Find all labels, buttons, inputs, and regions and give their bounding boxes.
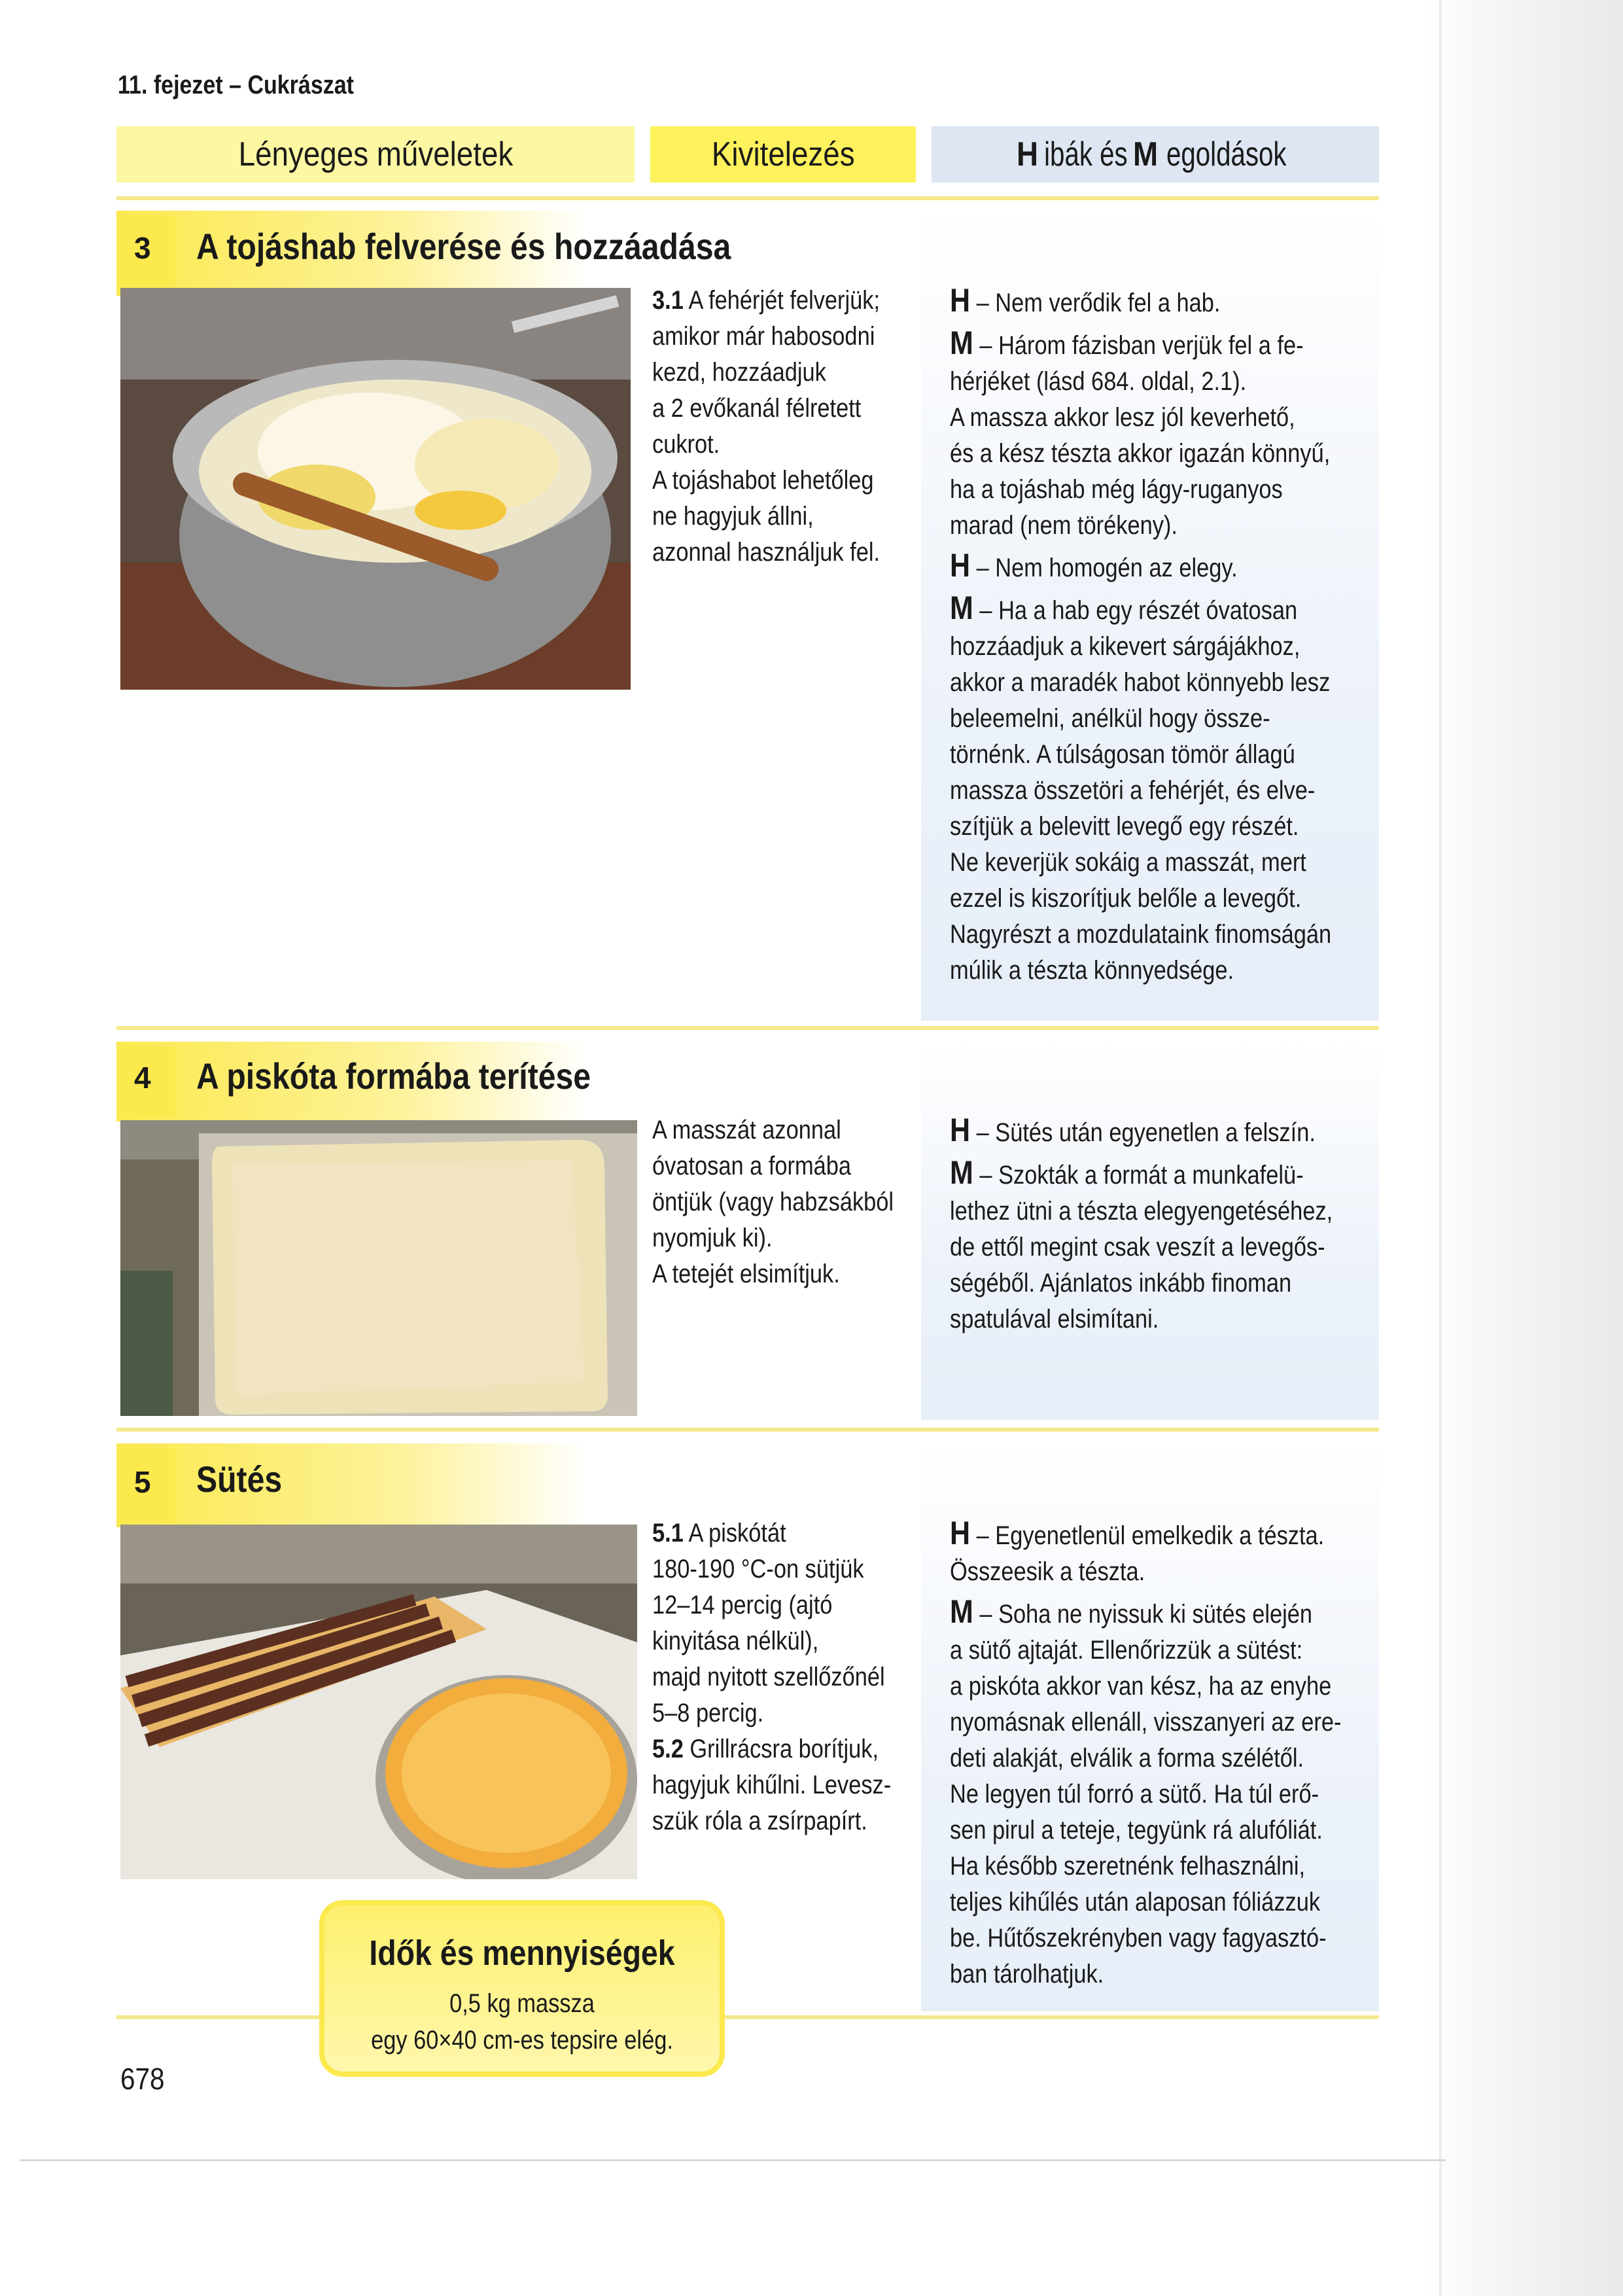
solution-item: M – Szokták a formát a munkafelü-lethez … (950, 1154, 1333, 1334)
step4-instructions: A masszát azonnal óvatosan a formába önt… (652, 1116, 894, 1288)
step3-instructions: 3.1 A fehérjét felverjük; amikor már hab… (652, 286, 881, 567)
problem-item: H – Sütés után egyenetlen a felszín. (950, 1112, 1316, 1148)
step3-number: 3 (134, 231, 151, 265)
step5-number: 5 (134, 1465, 151, 1499)
step3-title: A tojáshab felverése és hozzáadása (196, 226, 731, 267)
times-and-quantities-box: Idők és mennyiségek 0,5 kg massza egy 60… (319, 1900, 725, 2077)
chapter-header: 11. fejezet – Cukrászat (118, 71, 354, 99)
step3-problems-solutions: H – Nem verődik fel a hab. M – Három fáz… (950, 283, 1378, 993)
solution-item: M – Három fázisban verjük fel a fe-hérjé… (950, 325, 1331, 540)
step3-divider (116, 1026, 1379, 1030)
column-header-essential-ops: Lényeges műveletek (116, 126, 635, 183)
solution-item: M – Ha a hab egy részét óvatosan hozzáadj… (950, 590, 1332, 985)
solution-item: M – Soha ne nyissuk ki sütés elején a süt… (950, 1593, 1342, 1989)
step-3-1-label: 3.1 (652, 286, 684, 315)
problem-item: H – Nem verődik fel a hab. (950, 282, 1221, 319)
info-box-line: 0,5 kg massza (449, 1989, 595, 2018)
problem-item: H – Egyenetlenül emelkedik a tészta. Össz… (950, 1515, 1325, 1587)
page-edge-shadow (1427, 0, 1623, 2296)
problem-item: H – Nem homogén az elegy. (950, 547, 1238, 584)
baked-sponge-cake-photo (120, 1525, 637, 1879)
step4-problems-solutions: H – Sütés után egyenetlen a felszín. M –… (950, 1112, 1378, 1341)
step5-photo (120, 1525, 637, 1879)
step-5-1-label: 5.1 (652, 1519, 684, 1547)
page-fold-line (1439, 0, 1442, 2296)
header-rule (116, 196, 1379, 200)
scan-bottom-line (20, 2159, 1446, 2161)
step4-title: A piskóta formába terítése (196, 1055, 591, 1097)
bottom-rule (116, 2015, 1379, 2019)
step5-title: Sütés (196, 1458, 283, 1500)
sponge-batter-in-tray-photo (120, 1120, 637, 1416)
step5-problems-solutions: H – Egyenetlenül emelkedik a tészta. Össz… (950, 1515, 1378, 1996)
step4-divider (116, 1428, 1379, 1432)
step5-instructions: 5.1 A piskótát 180-190 °C-on sütjük 12–1… (652, 1519, 892, 1835)
step4-number: 4 (134, 1061, 151, 1095)
column-header-problems-solutions: Hibák és Megoldások (932, 126, 1379, 183)
info-box-title: Idők és mennyiségek (369, 1934, 675, 1973)
step-5-2-label: 5.2 (652, 1735, 684, 1763)
column-header-execution: Kivitelezés (650, 126, 916, 183)
egg-white-foam-bowl-photo (120, 288, 631, 690)
info-box-line: egy 60×40 cm-es tepsire elég. (371, 2026, 673, 2055)
step4-photo (120, 1120, 637, 1416)
page-number: 678 (120, 2062, 165, 2096)
step3-photo (120, 288, 631, 690)
step5-title-band (116, 1443, 587, 1527)
